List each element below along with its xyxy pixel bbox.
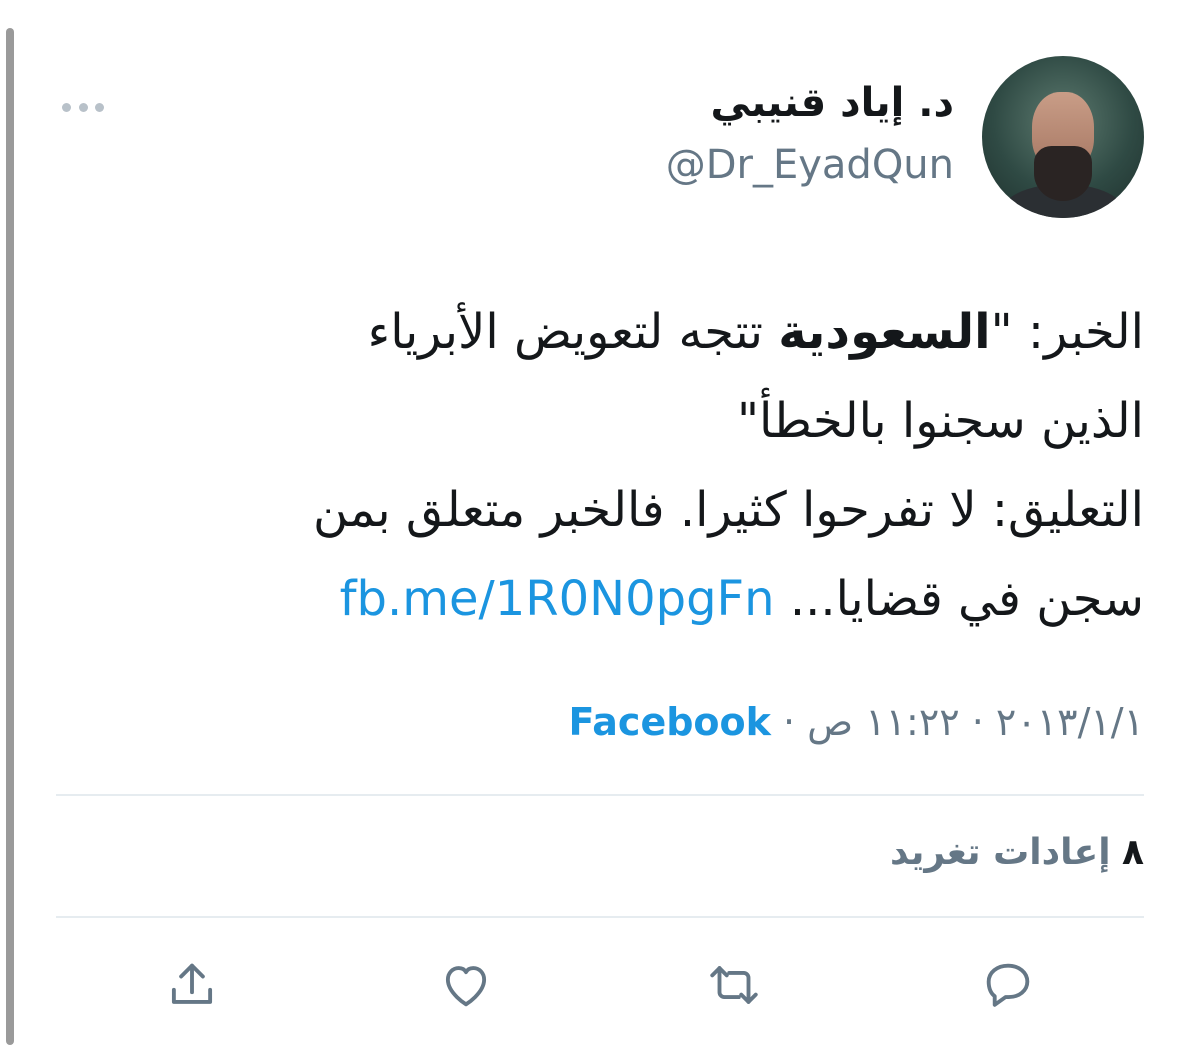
tweet-card: د. إياد قنيبي @Dr_EyadQun الخبر: "السعود… <box>56 0 1144 1045</box>
reply-bubble-icon[interactable] <box>973 950 1043 1020</box>
tweet-time: ١١:٢٢ ص <box>807 700 960 744</box>
window-edge <box>6 28 14 1045</box>
divider <box>56 916 1144 918</box>
tweet-line-2: الذين سجنوا بالخطأ" <box>736 393 1144 449</box>
tweet-date: ٢٠١٣/١/١ <box>995 700 1144 744</box>
tweet-text: الخبر: "السعودية تتجه لتعويض الأبرياء ال… <box>56 288 1144 644</box>
retweet-icon[interactable] <box>699 950 769 1020</box>
user-handle[interactable]: @Dr_EyadQun <box>666 142 954 188</box>
divider <box>56 794 1144 796</box>
share-upload-icon[interactable] <box>157 950 227 1020</box>
meta-separator: · <box>770 700 796 744</box>
tweet-source[interactable]: Facebook <box>569 700 771 744</box>
tweet-meta: ٢٠١٣/١/١ · ١١:٢٢ ص · Facebook <box>569 700 1144 744</box>
meta-separator: · <box>959 700 984 744</box>
retweet-stats[interactable]: ٨ إعادات تغريد <box>890 832 1144 873</box>
display-name[interactable]: د. إياد قنيبي <box>711 80 955 126</box>
retweet-count: ٨ <box>1122 832 1144 873</box>
more-dots-icon[interactable] <box>62 92 104 122</box>
tweet-line-1: الخبر: "السعودية تتجه لتعويض الأبرياء <box>367 304 1144 360</box>
avatar-beard <box>1034 146 1092 201</box>
retweet-label: إعادات تغريد <box>890 832 1111 873</box>
tweet-link[interactable]: fb.me/1R0N0pgFn <box>340 571 775 627</box>
avatar[interactable] <box>982 56 1144 218</box>
tweet-line-3: التعليق: لا تفرحوا كثيرا. فالخبر متعلق ب… <box>313 482 1144 538</box>
tweet-line-4: سجن في قضايا... fb.me/1R0N0pgFn <box>339 571 1144 627</box>
action-bar <box>56 950 1144 1020</box>
heart-icon[interactable] <box>431 950 501 1020</box>
